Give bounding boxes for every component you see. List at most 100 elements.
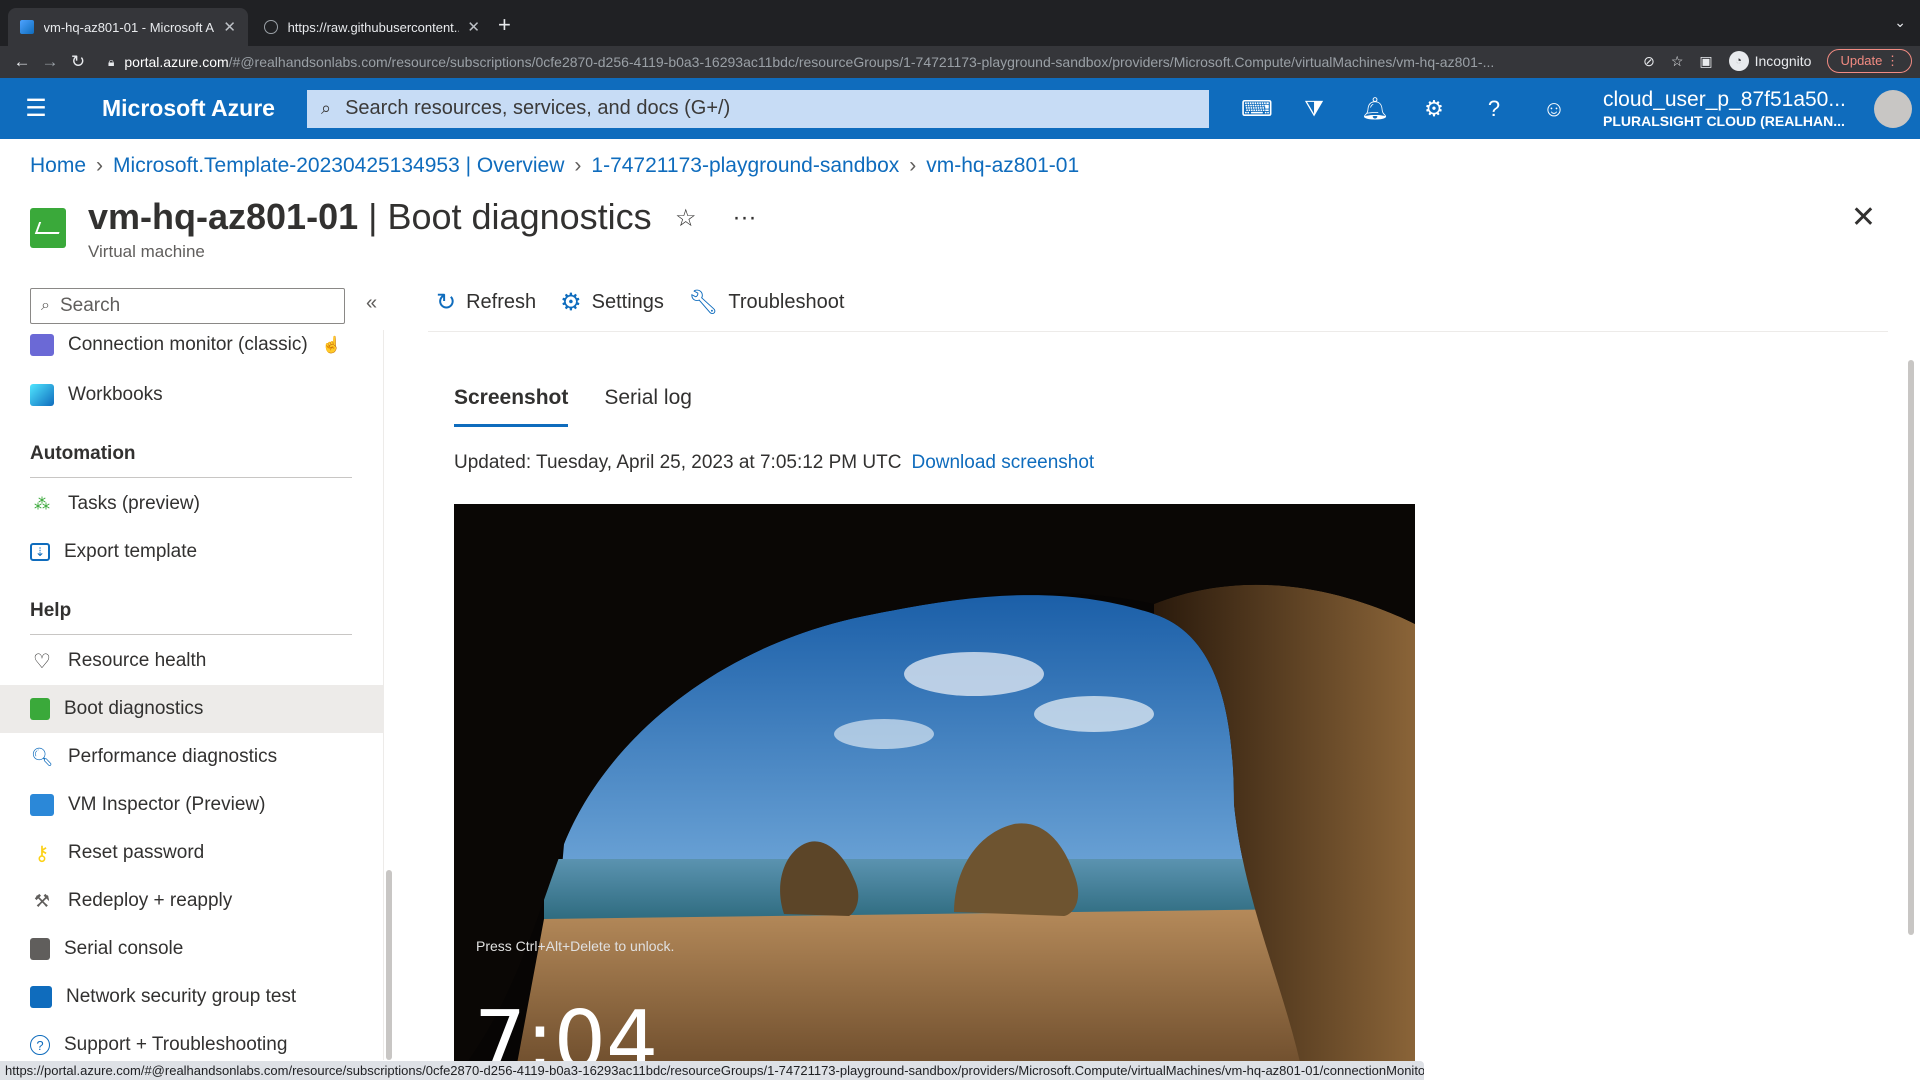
settings-gear-icon[interactable]: ⚙ — [1421, 96, 1447, 122]
sidebar-item-label: Support + Troubleshooting — [64, 1034, 288, 1055]
header-icons: ⌨ ⧩ 🔔︎ ⚙ ? ☺ — [1241, 96, 1567, 122]
sidebar-item-workbooks[interactable]: Workbooks — [0, 371, 383, 419]
download-screenshot-link[interactable]: Download screenshot — [911, 452, 1094, 473]
sidebar-item-reset-password[interactable]: ⚷ Reset password — [0, 829, 383, 877]
collapse-menu-icon[interactable]: « — [366, 292, 377, 315]
sidebar-item-export-template[interactable]: ⇣ Export template — [0, 528, 383, 576]
close-tab-icon[interactable]: ✕ — [223, 18, 236, 36]
sidebar-item-redeploy[interactable]: ⚒ Redeploy + reapply — [0, 877, 383, 925]
hammer-icon: ⚒ — [33, 890, 51, 911]
chevron-right-icon: › — [96, 154, 104, 177]
close-tab-icon[interactable]: ✕ — [467, 18, 480, 36]
azure-favicon-icon — [20, 20, 34, 34]
address-bar[interactable]: 🔒︎ portal.azure.com/#@realhandsonlabs.co… — [108, 49, 1638, 75]
avatar[interactable] — [1874, 90, 1912, 128]
page-title: vm-hq-az801-01 | Boot diagnostics — [88, 196, 652, 238]
breadcrumb-resource-group[interactable]: 1-74721173-playground-sandbox — [591, 154, 899, 178]
vm-inspector-icon — [30, 794, 54, 816]
feedback-icon[interactable]: ☺ — [1541, 96, 1567, 122]
more-actions-icon[interactable]: ··· — [733, 204, 757, 233]
notifications-bell-icon[interactable]: 🔔︎ — [1361, 96, 1389, 122]
browser-actions: ⊘ ☆ ▣ ◔ Incognito Update ⋮ — [1643, 49, 1912, 73]
account-menu[interactable]: cloud_user_p_87f51a50... PLURALSIGHT CLO… — [1603, 88, 1846, 128]
search-icon: ⌕ — [321, 98, 332, 118]
page-header: vm-hq-az801-01 | Boot diagnostics Virtua… — [30, 196, 652, 262]
directory-filter-icon[interactable]: ⧩ — [1301, 96, 1327, 122]
sidebar-item-label: Export template — [64, 541, 198, 562]
workbooks-icon — [30, 384, 54, 406]
side-panel-icon[interactable]: ▣ — [1699, 53, 1712, 70]
gear-icon: ⚙ — [560, 289, 582, 316]
favorite-star-icon[interactable]: ☆ — [675, 204, 697, 233]
tab-screenshot[interactable]: Screenshot — [454, 386, 569, 427]
updated-timestamp: Updated: Tuesday, April 25, 2023 at 7:05… — [454, 452, 902, 473]
lock-screen-hint: Press Ctrl+Alt+Delete to unlock. — [476, 938, 675, 954]
help-icon[interactable]: ? — [1481, 96, 1507, 122]
sidebar-item-label: VM Inspector (Preview) — [68, 794, 266, 815]
export-template-icon: ⇣ — [30, 543, 50, 561]
refresh-label: Refresh — [466, 291, 537, 313]
sidebar-item-label: Boot diagnostics — [64, 698, 204, 719]
content-scrollbar[interactable] — [1908, 360, 1914, 935]
sidebar-item-serial-console[interactable]: Serial console — [0, 925, 383, 973]
breadcrumb-vm[interactable]: vm-hq-az801-01 — [926, 154, 1079, 178]
incognito-badge[interactable]: ◔ Incognito — [1728, 51, 1812, 71]
sidebar-item-label: Workbooks — [68, 384, 163, 405]
close-icon[interactable]: ✕ — [1851, 200, 1876, 235]
sidebar-item-tasks[interactable]: ⁂ Tasks (preview) — [0, 480, 383, 528]
troubleshoot-button[interactable]: 🔧︎ Troubleshoot — [688, 288, 844, 317]
brand-logo-text[interactable]: Microsoft Azure — [102, 95, 307, 122]
sidebar-item-vm-inspector[interactable]: VM Inspector (Preview) — [0, 781, 383, 829]
breadcrumb-deployment[interactable]: Microsoft.Template-20230425134953 | Over… — [113, 154, 564, 178]
wrench-icon: 🔧︎ — [687, 289, 719, 316]
menu-search-input[interactable]: ⌕ Search — [30, 288, 345, 324]
refresh-icon: ↻ — [436, 289, 457, 316]
sidebar-scrollbar[interactable] — [386, 870, 392, 1060]
star-icon[interactable]: ☆ — [1671, 53, 1684, 70]
sidebar-item-performance-diagnostics[interactable]: 🔍︎ Performance diagnostics — [0, 733, 383, 781]
incognito-label: Incognito — [1754, 53, 1812, 69]
browser-tab-strip: vm-hq-az801-01 - Microsoft A ✕ https://r… — [0, 0, 1920, 46]
heart-pulse-icon: ♡ — [33, 650, 51, 673]
user-tenant: PLURALSIGHT CLOUD (REALHAN... — [1603, 112, 1845, 129]
hamburger-menu-icon[interactable]: ☰ — [0, 94, 72, 123]
mouse-cursor-icon: ☝ — [321, 337, 342, 354]
sidebar-item-label: Tasks (preview) — [68, 493, 200, 514]
sidebar-item-nsg-test[interactable]: Network security group test — [0, 973, 383, 1021]
link-hover-status-bar: https://portal.azure.com/#@realhandsonla… — [0, 1061, 1424, 1080]
settings-button[interactable]: ⚙ Settings — [560, 288, 664, 317]
user-name: cloud_user_p_87f51a50... — [1603, 88, 1846, 112]
question-circle-icon: ? — [30, 1035, 50, 1055]
sidebar-item-connection-monitor[interactable]: Connection monitor (classic) ☝ — [0, 323, 383, 367]
forward-icon[interactable]: → — [36, 52, 64, 72]
refresh-button[interactable]: ↻ Refresh — [436, 288, 536, 317]
magnifier-chart-icon: 🔍︎ — [30, 746, 54, 767]
cloud-shell-icon[interactable]: ⌨ — [1241, 96, 1273, 122]
browser-tab-github[interactable]: https://raw.githubusercontent... ✕ — [252, 8, 492, 46]
global-search-input[interactable]: ⌕ Search resources, services, and docs (… — [307, 89, 1209, 128]
new-tab-icon[interactable]: + — [498, 12, 511, 38]
sidebar-item-label: Connection monitor (classic) — [68, 334, 308, 355]
page-title-blade: | Boot diagnostics — [368, 196, 652, 237]
update-button[interactable]: Update ⋮ — [1827, 49, 1912, 73]
section-title-automation: Automation — [30, 443, 136, 464]
sidebar-item-label: Resource health — [68, 650, 207, 671]
back-icon[interactable]: ← — [8, 52, 36, 72]
command-bar: ↻ Refresh ⚙ Settings 🔧︎ Troubleshoot — [436, 288, 844, 317]
azure-top-bar: ☰ Microsoft Azure ⌕ Search resources, se… — [0, 78, 1920, 139]
breadcrumb-home[interactable]: Home — [30, 154, 86, 178]
settings-label: Settings — [591, 291, 664, 313]
reload-icon[interactable]: ↻ — [64, 52, 92, 72]
title-actions: ☆ ··· — [675, 204, 757, 233]
sidebar-item-resource-health[interactable]: ♡ Resource health — [0, 637, 383, 685]
globe-icon — [264, 20, 278, 34]
command-bar-divider — [428, 331, 1888, 332]
sidebar-item-boot-diagnostics[interactable]: Boot diagnostics — [0, 685, 383, 733]
sidebar-item-label: Performance diagnostics — [68, 746, 278, 767]
chevron-down-icon[interactable]: ⌄ — [1894, 14, 1906, 31]
tab-serial-log[interactable]: Serial log — [604, 386, 692, 427]
browser-tab-azure[interactable]: vm-hq-az801-01 - Microsoft A ✕ — [8, 8, 248, 46]
connection-monitor-icon — [30, 334, 54, 356]
lock-icon: 🔒︎ — [108, 54, 115, 69]
eye-off-icon[interactable]: ⊘ — [1643, 53, 1655, 70]
